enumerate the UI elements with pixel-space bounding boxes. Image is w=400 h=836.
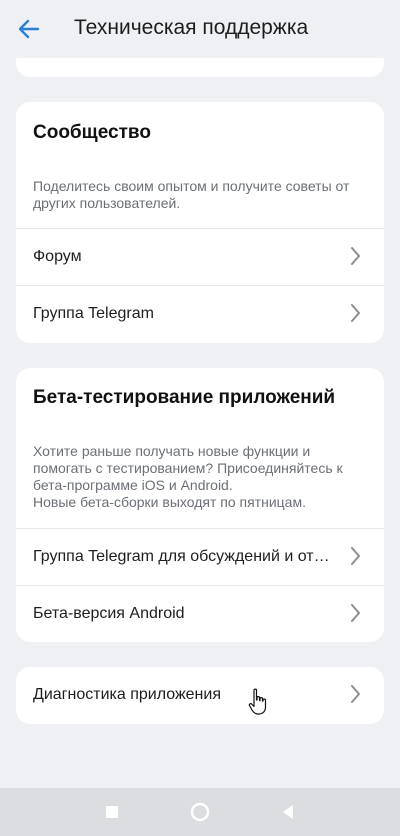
circle-home-icon	[190, 802, 210, 822]
beta-telegram-link[interactable]: Группа Telegram для обсуждений и отзывов	[16, 528, 384, 585]
forum-link[interactable]: Форум	[16, 228, 384, 285]
beta-description-line: Хотите раньше получать новые функции и п…	[33, 443, 343, 493]
community-card: Сообщество Поделитесь своим опытом и пол…	[16, 102, 384, 343]
chevron-right-icon	[351, 604, 360, 622]
beta-telegram-label: Группа Telegram для обсуждений и отзывов	[33, 548, 334, 565]
page-title: Техническая поддержка	[74, 16, 309, 39]
diagnostics-link[interactable]: Диагностика приложения	[16, 667, 384, 724]
chevron-right-icon	[351, 685, 360, 703]
hand-cursor-icon	[248, 688, 267, 715]
diagnostics-card: Диагностика приложения	[16, 667, 384, 724]
beta-title: Бета-тестирование приложений	[33, 387, 336, 408]
community-title: Сообщество	[33, 122, 151, 143]
home-button[interactable]	[188, 800, 212, 824]
triangle-back-icon	[283, 805, 293, 819]
chevron-right-icon	[351, 247, 360, 265]
beta-description: Хотите раньше получать новые функции и п…	[33, 443, 367, 511]
back-arrow-icon	[18, 19, 40, 39]
forum-label: Форум	[33, 248, 82, 265]
beta-card: Бета-тестирование приложений Хотите рань…	[16, 368, 384, 642]
app-header: Техническая поддержка	[0, 0, 400, 58]
diagnostics-label: Диагностика приложения	[33, 686, 221, 703]
community-description: Поделитесь своим опытом и получите совет…	[33, 178, 350, 211]
system-navigation-bar	[0, 788, 400, 836]
recents-button[interactable]	[100, 800, 124, 824]
chevron-right-icon	[351, 304, 360, 322]
beta-android-link[interactable]: Бета-версия Android	[16, 585, 384, 642]
beta-description-line: Новые бета-сборки выходят по пятницам.	[33, 494, 306, 510]
beta-android-label: Бета-версия Android	[33, 605, 185, 622]
square-recents-icon	[106, 806, 118, 818]
telegram-group-link[interactable]: Группа Telegram	[16, 285, 384, 342]
chevron-right-icon	[351, 547, 360, 565]
system-back-button[interactable]	[276, 800, 300, 824]
back-button[interactable]	[12, 12, 46, 46]
telegram-group-label: Группа Telegram	[33, 305, 154, 322]
